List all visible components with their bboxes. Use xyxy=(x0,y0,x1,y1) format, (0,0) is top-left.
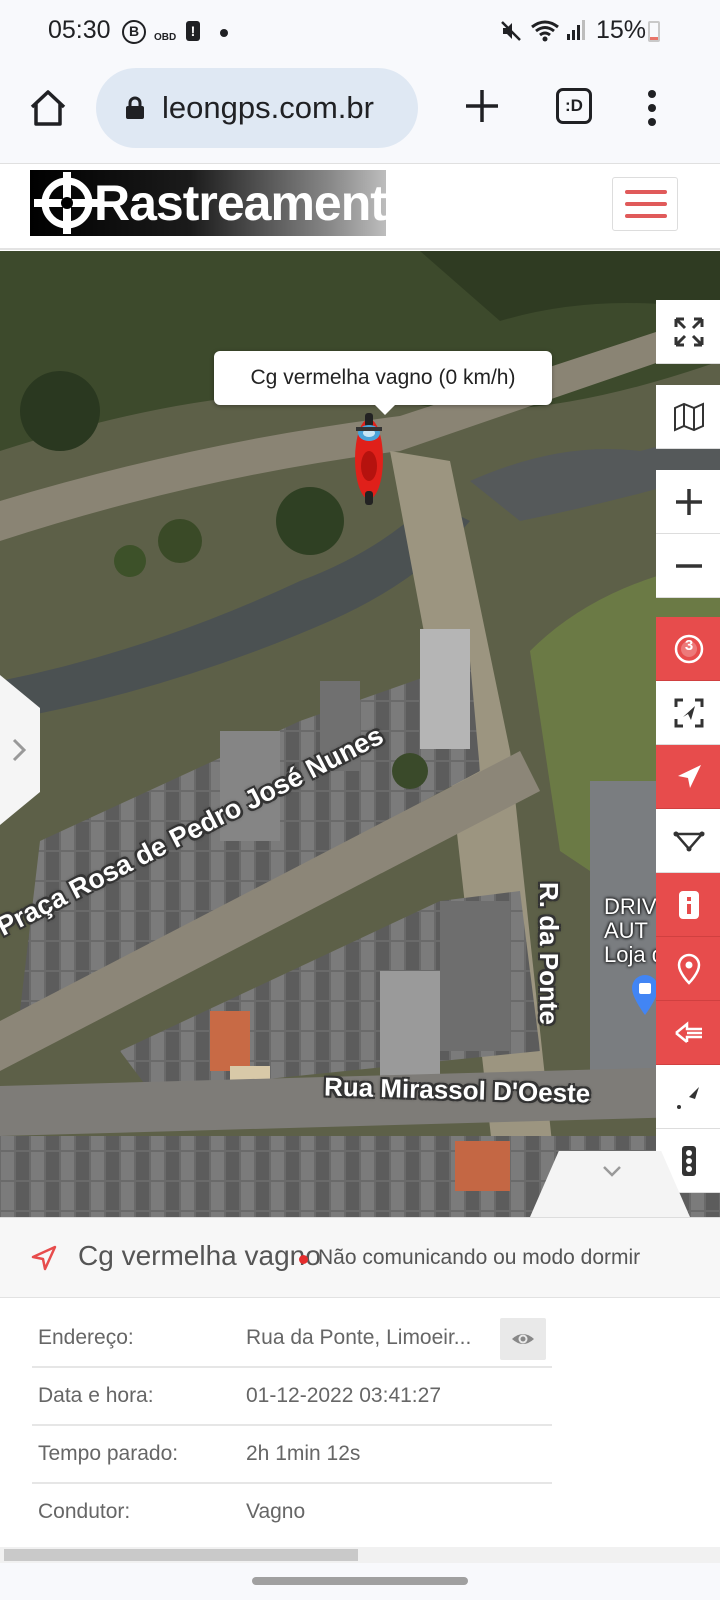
gesture-handle[interactable] xyxy=(252,1577,468,1585)
details-table: Endereço: Rua da Ponte, Limoeir... Data … xyxy=(32,1310,552,1542)
alert-icon: ! xyxy=(186,21,200,41)
hamburger-line xyxy=(625,214,667,218)
info-button[interactable] xyxy=(656,873,720,937)
view-address-button[interactable] xyxy=(500,1318,546,1360)
zoom-out-icon xyxy=(676,564,702,568)
navigate-button[interactable] xyxy=(656,745,720,809)
url-text[interactable]: leongps.com.br xyxy=(162,90,402,126)
mute-icon xyxy=(501,21,521,41)
vehicle-info-panel: Cg vermelha vagno Não comunicando ou mod… xyxy=(0,1217,720,1547)
battery-icon xyxy=(648,21,660,42)
hamburger-menu-button[interactable] xyxy=(612,177,678,231)
poi-line-3: Loja d xyxy=(604,942,664,967)
url-bar[interactable]: leongps.com.br xyxy=(96,68,418,148)
navigation-arrow-icon xyxy=(31,1245,57,1271)
street-label-rua-da-ponte: R. da Ponte xyxy=(534,882,564,1026)
vehicle-status: Não comunicando ou modo dormir xyxy=(318,1246,641,1269)
focus-vehicle-button[interactable] xyxy=(656,681,720,745)
home-icon[interactable] xyxy=(26,86,70,130)
crosshair-logo-icon xyxy=(34,172,100,234)
traffic-light-icon xyxy=(682,1146,696,1176)
dot-icon xyxy=(220,29,228,37)
vehicle-name: Cg vermelha vagno xyxy=(78,1240,321,1271)
lock-icon[interactable] xyxy=(124,96,146,120)
detail-row-stopped-time: Tempo parado: 2h 1min 12s xyxy=(32,1426,552,1484)
draw-button[interactable] xyxy=(656,1065,720,1129)
map-layers-button[interactable] xyxy=(656,385,720,449)
detail-value: Vagno xyxy=(246,1500,306,1523)
location-pin-icon xyxy=(677,953,701,985)
history-button[interactable] xyxy=(656,1001,720,1065)
plus-icon[interactable] xyxy=(462,86,502,126)
gesture-navigation-area xyxy=(0,1563,720,1600)
detail-row-address: Endereço: Rua da Ponte, Limoeir... xyxy=(32,1310,552,1368)
browser-toolbar: leongps.com.br :D xyxy=(0,62,720,164)
route-icon xyxy=(673,831,705,852)
poi-line-1: DRIV xyxy=(604,894,657,919)
wifi-icon xyxy=(531,20,559,42)
site-header: Rastreamento xyxy=(0,164,720,250)
map-view[interactable]: Praça Rosa de Pedro José Nunes R. da Pon… xyxy=(0,251,720,1217)
more-vert-icon[interactable] xyxy=(640,86,664,130)
detail-row-driver: Condutor: Vagno xyxy=(32,1484,552,1542)
hamburger-line xyxy=(625,190,667,194)
logo-text: Rastreamento xyxy=(94,175,386,231)
status-dot xyxy=(299,1255,308,1264)
focus-vehicle-icon xyxy=(674,698,704,728)
map-layers-icon xyxy=(674,402,704,432)
hamburger-line xyxy=(625,202,667,206)
site-logo[interactable]: Rastreamento xyxy=(30,170,386,236)
route-button[interactable] xyxy=(656,809,720,873)
speed-badge-count: 3 xyxy=(684,637,694,654)
vehicle-popup[interactable]: Cg vermelha vagno (0 km/h) xyxy=(214,351,552,415)
fullscreen-icon xyxy=(674,317,704,347)
chevron-down-icon xyxy=(603,1166,621,1177)
location-pin-button[interactable] xyxy=(656,937,720,1001)
status-bar: 05:30 B OBD ! 15% xyxy=(0,0,720,62)
battery-level-fill xyxy=(650,37,658,40)
motorcycle-marker-icon[interactable] xyxy=(352,411,386,507)
chevron-right-icon xyxy=(12,738,27,762)
detail-label: Tempo parado: xyxy=(38,1442,179,1465)
status-time: 05:30 xyxy=(48,16,111,44)
fullscreen-button[interactable] xyxy=(656,300,720,364)
vehicle-header-row[interactable]: Cg vermelha vagno Não comunicando ou mod… xyxy=(0,1218,720,1298)
horizontal-scrollbar[interactable] xyxy=(0,1547,720,1563)
scrollbar-thumb[interactable] xyxy=(4,1549,358,1561)
b-circle-icon: B xyxy=(122,20,146,44)
navigate-icon xyxy=(678,765,701,788)
tabs-icon[interactable]: :D xyxy=(556,88,592,124)
zoom-in-button[interactable] xyxy=(656,470,720,534)
detail-value: 01-12-2022 03:41:27 xyxy=(246,1384,441,1407)
eye-icon xyxy=(512,1334,534,1344)
obd-icon: OBD xyxy=(154,32,177,43)
draw-icon xyxy=(677,1087,699,1109)
detail-row-datetime: Data e hora: 01-12-2022 03:41:27 xyxy=(32,1368,552,1426)
signal-icon xyxy=(567,20,585,40)
detail-label: Condutor: xyxy=(38,1500,131,1523)
poi-label: DRIV AUT Loja d xyxy=(604,895,664,967)
zoom-out-button[interactable] xyxy=(656,534,720,598)
detail-value: Rua da Ponte, Limoeir... xyxy=(246,1326,472,1349)
poi-line-2: AUT xyxy=(604,918,648,943)
speed-badge-button[interactable]: 3 xyxy=(656,617,720,681)
info-icon xyxy=(679,891,699,919)
zoom-in-icon xyxy=(676,489,702,515)
detail-label: Data e hora: xyxy=(38,1384,154,1407)
popup-label: Cg vermelha vagno (0 km/h) xyxy=(250,366,516,389)
battery-percent: 15% xyxy=(596,16,647,44)
detail-value: 2h 1min 12s xyxy=(246,1442,361,1465)
history-icon xyxy=(675,1021,702,1043)
detail-label: Endereço: xyxy=(38,1326,134,1349)
